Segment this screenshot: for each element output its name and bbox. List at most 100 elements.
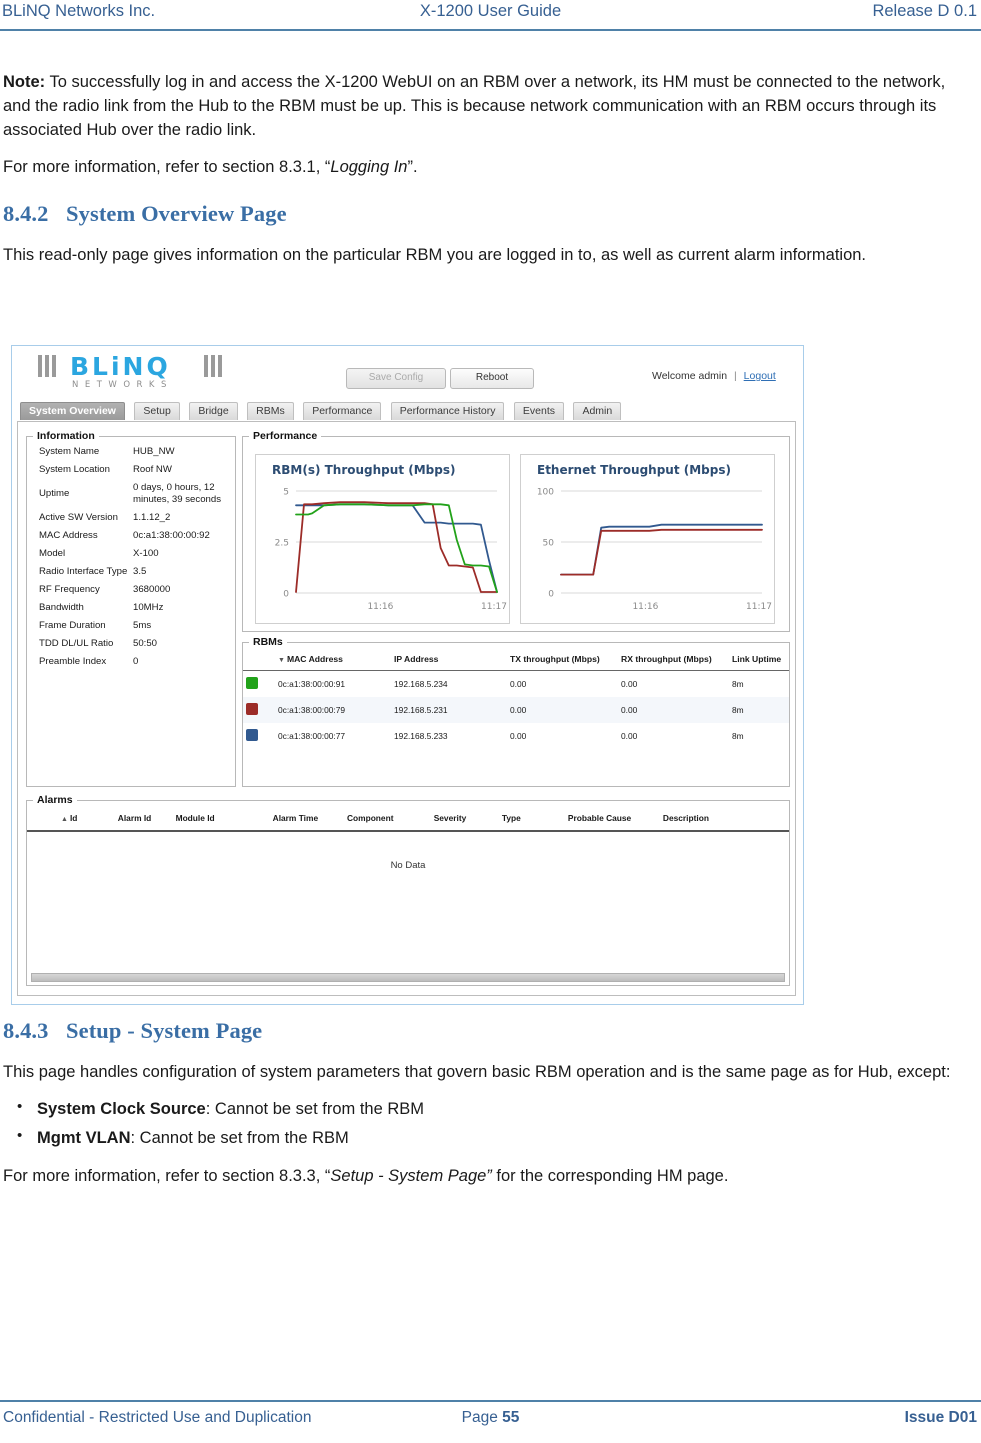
tab-performance[interactable]: Performance bbox=[303, 402, 382, 420]
rbms-column-header[interactable]: TX throughput (Mbps) bbox=[507, 650, 618, 672]
information-value: 10MHz bbox=[133, 601, 164, 613]
information-row: Uptime 0 days, 0 hours, 12 minutes, 39 se… bbox=[27, 479, 235, 509]
header-divider bbox=[0, 29, 981, 31]
rbm-ip-cell: 192.168.5.233 bbox=[394, 731, 448, 742]
alarms-column-label: Type bbox=[501, 813, 521, 824]
rbms-column-label: IP Address bbox=[394, 654, 439, 665]
tab-admin[interactable]: Admin bbox=[573, 402, 622, 420]
information-value: X-100 bbox=[133, 547, 159, 559]
exceptions-list: System Clock Source: Cannot be set from … bbox=[3, 1096, 963, 1151]
information-label: Model bbox=[39, 547, 66, 559]
information-row: Frame Duration 5ms bbox=[27, 617, 235, 635]
rbm-color-swatch-icon bbox=[246, 729, 258, 742]
rbms-column-label: Link Uptime bbox=[732, 654, 782, 665]
logo-bars-right-icon bbox=[204, 355, 225, 377]
svg-text:50: 50 bbox=[543, 539, 555, 549]
logout-link[interactable]: Logout bbox=[744, 370, 776, 382]
alarms-table-header-row: ▲ Id Alarm Id Module Id Alarm Time Component S… bbox=[27, 808, 789, 833]
blinq-logo: BLiNQ NETWORKS bbox=[28, 352, 233, 394]
alarms-column-header[interactable]: Description bbox=[660, 808, 789, 833]
information-value: 0c:a1:38:00:00:92 bbox=[133, 529, 210, 541]
rbms-column-header[interactable]: ▼ MAC Address bbox=[275, 650, 391, 672]
ref2-prefix: For more information, refer to section 8… bbox=[3, 1166, 331, 1185]
sort-descending-icon: ▼ bbox=[278, 657, 285, 664]
rbms-table-header-row: ▼ MAC Address IP Address TX throughput (Mbp… bbox=[243, 650, 789, 672]
information-value: HUB_NW bbox=[133, 446, 175, 457]
bullet-rest-0: : Cannot be set from the RBM bbox=[205, 1100, 425, 1119]
alarms-column-header[interactable]: Probable Cause bbox=[565, 808, 661, 833]
information-label: Uptime bbox=[39, 487, 70, 499]
rbms-column-header[interactable]: IP Address bbox=[391, 650, 507, 672]
note-text: To successfully log in and access the X-… bbox=[3, 73, 946, 140]
rbm-mac-cell: 0c:a1:38:00:00:77 bbox=[278, 731, 346, 742]
information-label: Frame Duration bbox=[39, 619, 106, 631]
welcome-bar: Welcome admin | Logout bbox=[652, 370, 776, 382]
tab-setup[interactable]: Setup bbox=[134, 402, 180, 420]
list-item: Mgmt VLAN: Cannot be set from the RBM bbox=[17, 1125, 963, 1151]
welcome-text: Welcome admin bbox=[652, 370, 728, 382]
information-label: Active SW Version bbox=[39, 511, 118, 523]
tab-system-overview[interactable]: System Overview bbox=[20, 402, 125, 420]
information-row: Model X-100 bbox=[27, 545, 235, 563]
rbms-column-header[interactable]: RX throughput (Mbps) bbox=[618, 650, 729, 672]
ref2-suffix: for the corresponding HM page. bbox=[491, 1166, 729, 1185]
logo-wordmark: BLiNQ bbox=[70, 352, 171, 381]
alarms-column-label: Component bbox=[346, 813, 394, 824]
rbms-column-label: TX throughput (Mbps) bbox=[510, 654, 600, 665]
bullet-rest-1: : Cannot be set from the RBM bbox=[130, 1128, 349, 1147]
alarms-column-header[interactable]: Module Id bbox=[173, 808, 271, 833]
reference-paragraph-2: For more information, refer to section 8… bbox=[3, 1164, 963, 1188]
information-value: 0 days, 0 hours, 12 minutes, 39 seconds bbox=[133, 481, 221, 505]
information-value: 50:50 bbox=[133, 637, 158, 649]
ref2-section-title: Setup - System Page” bbox=[330, 1166, 492, 1185]
alarms-table: ▲ Id Alarm Id Module Id Alarm Time Component S… bbox=[27, 808, 789, 833]
information-label: Bandwidth bbox=[39, 601, 84, 613]
rbms-column-label: RX throughput (Mbps) bbox=[621, 654, 712, 665]
rbm-uptime-cell: 8m bbox=[732, 679, 744, 690]
webui-screenshot-figure: BLiNQ NETWORKS Save Config Reboot Welcom… bbox=[11, 345, 804, 1005]
alarms-column-header[interactable]: Type bbox=[499, 808, 566, 833]
table-row[interactable]: 0c:a1:38:00:00:77 192.168.5.233 0.00 0.00 8m bbox=[243, 723, 789, 749]
page-body: Note: To successfully log in and access … bbox=[3, 70, 963, 280]
rbm-uptime-cell: 8m bbox=[732, 731, 744, 742]
information-row: Active SW Version 1.1.12_2 bbox=[27, 509, 235, 527]
welcome-separator: | bbox=[734, 370, 737, 382]
alarms-horizontal-scrollbar[interactable] bbox=[31, 973, 785, 982]
footer-page-number: 55 bbox=[502, 1409, 520, 1426]
information-row: TDD DL/UL Ratio 50:50 bbox=[27, 635, 235, 653]
save-config-button[interactable]: Save Config bbox=[346, 368, 446, 389]
footer-page-label: Page bbox=[461, 1409, 503, 1426]
alarms-column-label: Id bbox=[69, 813, 78, 823]
list-item: System Clock Source: Cannot be set from … bbox=[17, 1096, 963, 1122]
alarms-column-header[interactable]: ▲ Id bbox=[27, 808, 116, 833]
footer-issue: Issue D01 bbox=[904, 1409, 977, 1426]
tab-bridge[interactable]: Bridge bbox=[189, 402, 238, 420]
rbms-column-header[interactable]: Link Uptime bbox=[729, 650, 789, 672]
alarms-column-header[interactable]: Component bbox=[344, 808, 432, 833]
alarms-panel: Alarms ▲ Id Alarm Id Module Id Alarm Time Com… bbox=[26, 794, 790, 986]
reboot-button[interactable]: Reboot bbox=[450, 368, 534, 389]
rbm-tx-cell: 0.00 bbox=[510, 679, 527, 690]
alarms-column-header[interactable]: Alarm Time bbox=[270, 808, 345, 833]
performance-panel: Performance RBM(s) Throughput (Mbps) 0 2.… bbox=[242, 430, 790, 632]
logo-bars-left-icon bbox=[38, 355, 59, 377]
svg-text:11:16: 11:16 bbox=[632, 602, 658, 612]
page-content: Information System Name HUB_NW System Loca… bbox=[17, 421, 796, 996]
rbm-color-cell bbox=[243, 697, 275, 724]
information-row: MAC Address 0c:a1:38:00:00:92 bbox=[27, 527, 235, 545]
svg-text:5: 5 bbox=[283, 488, 289, 498]
table-row[interactable]: 0c:a1:38:00:00:79 192.168.5.231 0.00 0.00 8m bbox=[243, 697, 789, 724]
ethernet-throughput-chart: Ethernet Throughput (Mbps) 0 50 100 11:16 11… bbox=[520, 454, 775, 624]
tab-events[interactable]: Events bbox=[513, 402, 565, 420]
information-label: Preamble Index bbox=[39, 655, 107, 667]
section-heading-842: 8.4.2 System Overview Page bbox=[3, 201, 963, 227]
rbm-throughput-chart: RBM(s) Throughput (Mbps) 0 2.5 5 11:16 11:17 bbox=[255, 454, 510, 624]
alarms-column-header[interactable]: Alarm Id bbox=[115, 808, 174, 833]
tab-rbms[interactable]: RBMs bbox=[247, 402, 294, 420]
rbms-color-column-header bbox=[243, 650, 275, 672]
tab-performance-history[interactable]: Performance History bbox=[390, 402, 505, 420]
table-row[interactable]: 0c:a1:38:00:00:91 192.168.5.234 0.00 0.00 8m bbox=[243, 671, 789, 698]
svg-text:2.5: 2.5 bbox=[275, 539, 289, 549]
header-title: X-1200 User Guide bbox=[419, 2, 562, 20]
alarms-column-header[interactable]: Severity bbox=[431, 808, 500, 833]
